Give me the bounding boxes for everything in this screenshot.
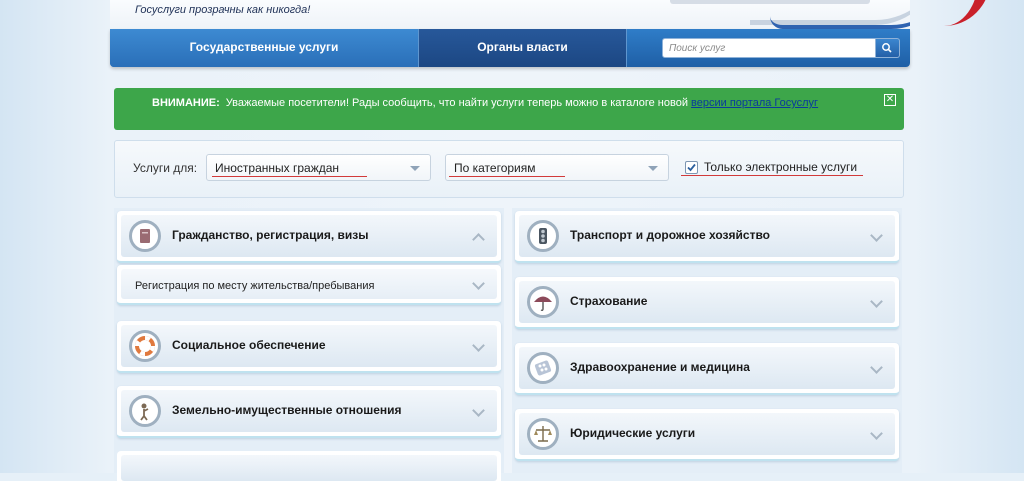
category-title: Транспорт и дорожное хозяйство: [570, 228, 771, 242]
notice-banner: ВНИМАНИЕ: Уважаемые посетители! Рады сооб…: [114, 88, 904, 130]
tab-label: Органы власти: [477, 40, 568, 54]
chevron-down-icon[interactable]: [472, 404, 485, 417]
subcategory-card: Регистрация по месту жительства/пребыван…: [117, 265, 501, 305]
red-underline: [681, 175, 863, 176]
subcategory-title: Регистрация по месту жительства/пребыван…: [135, 280, 375, 292]
category-header[interactable]: Социальное обеспечение: [121, 325, 497, 367]
close-notice-button[interactable]: ✕: [884, 94, 896, 106]
notice-text: Уважаемые посетители! Рады сообщить, что…: [225, 97, 692, 109]
category-header[interactable]: Гражданство, регистрация, визы: [121, 215, 497, 257]
chevron-down-icon[interactable]: [870, 427, 883, 440]
chevron-down-icon[interactable]: [870, 295, 883, 308]
chevron-down-icon: [648, 166, 658, 171]
tab-label: Государственные услуги: [189, 40, 339, 54]
new-portal-link[interactable]: версии портала Госуслуг: [691, 97, 818, 109]
red-underline: [212, 176, 367, 177]
chevron-down-icon[interactable]: [870, 361, 883, 374]
site-header: Госуслуги прозрачны как никогда!: [110, 0, 910, 29]
category-title: Здравоохранение и медицина: [570, 360, 750, 374]
service-filter: Услуги для: Иностранных граждан По катег…: [114, 140, 904, 198]
category-header[interactable]: Юридические услуги: [519, 413, 895, 455]
scales-icon: [527, 418, 559, 450]
category-header[interactable]: [121, 455, 497, 481]
electronic-only-label[interactable]: Только электронные услуги: [704, 160, 857, 174]
filter-label: Услуги для:: [133, 161, 198, 175]
close-icon: ✕: [885, 94, 895, 105]
category-card-transport: Транспорт и дорожное хозяйство: [515, 211, 899, 263]
categories-right-column: Транспорт и дорожное хозяйство Страхован…: [512, 208, 902, 473]
electronic-only-checkbox[interactable]: [685, 161, 698, 174]
land-surveyor-icon: [129, 395, 161, 427]
site-slogan: Госуслуги прозрачны как никогда!: [135, 4, 311, 16]
chevron-down-icon[interactable]: [870, 229, 883, 242]
tab-authorities[interactable]: Органы власти: [419, 29, 626, 67]
category-card-insurance: Страхование: [515, 277, 899, 329]
search-button[interactable]: [876, 38, 900, 58]
category-header[interactable]: Страхование: [519, 281, 895, 323]
category-title: Социальное обеспечение: [172, 338, 326, 352]
lifebuoy-icon: [129, 330, 161, 362]
passport-icon: [129, 220, 161, 252]
category-title: Юридические услуги: [570, 426, 696, 440]
chevron-up-icon[interactable]: [472, 233, 485, 246]
tab-government-services[interactable]: Государственные услуги: [110, 29, 418, 67]
category-title: Страхование: [570, 294, 648, 308]
traffic-light-icon: [527, 220, 559, 252]
main-nav: Государственные услуги Органы власти: [110, 29, 910, 67]
notice-label: ВНИМАНИЕ:: [152, 97, 220, 109]
audience-select-value: Иностранных граждан: [215, 161, 340, 175]
category-card-citizenship: Гражданство, регистрация, визы: [117, 211, 501, 263]
flag-stripes-ornament: [750, 0, 910, 29]
search-icon: [882, 43, 892, 53]
category-title: Гражданство, регистрация, визы: [172, 228, 369, 242]
category-card-land: Земельно-имущественные отношения: [117, 386, 501, 438]
chevron-down-icon[interactable]: [472, 277, 485, 290]
umbrella-icon: [527, 286, 559, 318]
categories-left-column: Гражданство, регистрация, визы Регистрац…: [114, 208, 504, 481]
category-title: Земельно-имущественные отношения: [172, 403, 402, 417]
subcategory-item[interactable]: Регистрация по месту жительства/пребыван…: [121, 269, 497, 299]
search-input[interactable]: [662, 38, 876, 58]
red-underline: [449, 176, 565, 177]
category-header[interactable]: Здравоохранение и медицина: [519, 347, 895, 389]
mode-select-value: По категориям: [454, 161, 536, 175]
pills-icon: [527, 352, 559, 384]
chevron-down-icon[interactable]: [472, 339, 485, 352]
category-header[interactable]: Транспорт и дорожное хозяйство: [519, 215, 895, 257]
checkmark-icon: [687, 163, 696, 172]
category-card-legal: Юридические услуги: [515, 409, 899, 461]
category-header[interactable]: Земельно-имущественные отношения: [121, 390, 497, 432]
category-card-health: Здравоохранение и медицина: [515, 343, 899, 395]
category-card-social: Социальное обеспечение: [117, 321, 501, 373]
category-card-partial: [117, 451, 501, 481]
chevron-down-icon: [410, 166, 420, 171]
